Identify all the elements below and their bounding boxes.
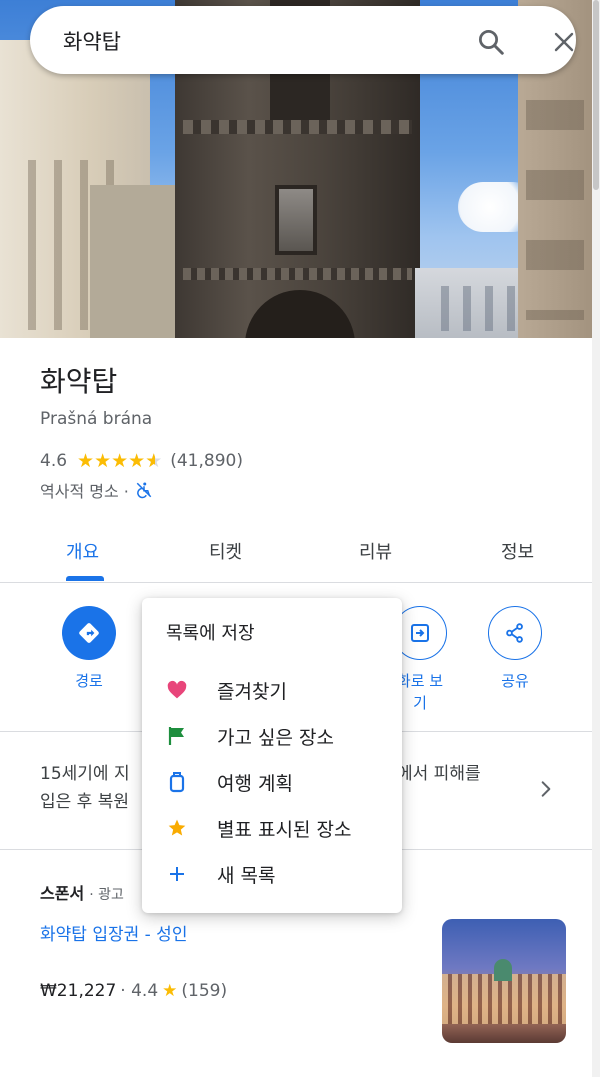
star-icon: ★ — [162, 981, 178, 1001]
place-title: 화약탑 — [40, 365, 118, 398]
description-line1-right: 에서 피해를 — [397, 764, 481, 784]
category-row: 역사적 명소 · — [40, 478, 153, 502]
sponsor-price: ₩21,227 — [40, 981, 117, 1001]
photo-building-left-2 — [90, 185, 180, 338]
menu-item-want-to-go[interactable]: 가고 싶은 장소 — [142, 713, 402, 759]
sponsor-price-row: ₩21,227 · 4.4 ★ (159) — [40, 981, 227, 1001]
sponsor-label: 스폰서 — [40, 884, 85, 903]
description-line1-left: 15세기에 지 — [40, 764, 130, 784]
menu-item-new-list[interactable]: 새 목록 — [142, 851, 402, 897]
directions-button[interactable]: 경로 — [44, 606, 134, 692]
search-bar[interactable]: 화약탑 — [30, 6, 576, 74]
suitcase-icon — [167, 772, 187, 793]
plus-icon — [167, 864, 187, 884]
flag-icon — [167, 726, 187, 746]
menu-item-travel-plans[interactable]: 여행 계획 — [142, 759, 402, 805]
photo-ornament-lower — [183, 268, 412, 280]
open-in-icon — [411, 624, 429, 642]
directions-icon-circle — [62, 606, 116, 660]
review-count[interactable]: (41,890) — [170, 451, 243, 471]
place-category: 역사적 명소 · — [40, 482, 129, 501]
tab-reviews[interactable]: 리뷰 — [359, 538, 392, 564]
search-input[interactable]: 화약탑 — [63, 26, 121, 56]
star-icon — [167, 818, 187, 838]
photo-window — [275, 185, 317, 255]
close-icon[interactable] — [552, 30, 576, 54]
ad-label: · 광고 — [89, 887, 124, 903]
menu-title: 목록에 저장 — [166, 623, 255, 644]
sponsor-rating: · 4.4 — [120, 981, 159, 1001]
share-icon — [506, 623, 523, 643]
sponsor-review-count: (159) — [181, 981, 228, 1001]
menu-item-label: 즐겨찾기 — [217, 680, 287, 703]
share-label: 공유 — [501, 672, 529, 690]
sponsor-header: 스폰서 · 광고 — [40, 880, 124, 904]
photo-ornament — [183, 120, 412, 134]
photo-arch — [245, 290, 355, 338]
description-line2-left: 입은 후 복원 — [40, 792, 130, 812]
menu-item-label: 별표 표시된 장소 — [217, 818, 352, 841]
menu-item-favorites[interactable]: 즐겨찾기 — [142, 667, 402, 713]
active-tab-indicator — [66, 576, 104, 581]
tab-tickets[interactable]: 티켓 — [209, 538, 242, 564]
tab-overview[interactable]: 개요 — [66, 538, 99, 564]
menu-item-label: 가고 싶은 장소 — [217, 726, 334, 749]
not-wheelchair-accessible-icon — [136, 482, 152, 499]
share-button[interactable]: 공유 — [470, 606, 560, 692]
directions-label: 경로 — [75, 672, 103, 690]
menu-item-label: 새 목록 — [217, 864, 276, 887]
half-star-icon: ★ — [145, 450, 162, 472]
view-label-line2: 기 — [413, 694, 427, 712]
search-icon[interactable] — [476, 27, 506, 57]
sponsor-link[interactable]: 화약탑 입장권 - 성인 — [40, 920, 187, 945]
menu-item-starred[interactable]: 별표 표시된 장소 — [142, 805, 402, 851]
rating-row[interactable]: 4.6 ★★★★★ (41,890) — [40, 450, 243, 472]
place-local-name: Prašná brána — [40, 409, 153, 429]
view-label-line1: 화로 보 — [396, 672, 444, 690]
heart-icon — [167, 680, 187, 700]
directions-icon — [79, 623, 99, 643]
chevron-right-icon[interactable] — [536, 778, 556, 800]
tab-about[interactable]: 정보 — [501, 538, 534, 564]
save-to-list-menu: 목록에 저장 즐겨찾기 가고 싶은 장소 여행 계획 별표 표시된 장소 새 목… — [142, 598, 402, 913]
share-icon-circle — [488, 606, 542, 660]
sponsor-thumbnail[interactable] — [442, 919, 566, 1043]
tab-bar: 개요 티켓 리뷰 정보 — [0, 528, 592, 583]
menu-item-label: 여행 계획 — [217, 772, 293, 795]
rating-stars: ★★★★★ — [77, 450, 162, 472]
scrollbar-thumb[interactable] — [593, 0, 599, 190]
rating-value: 4.6 — [40, 451, 68, 471]
